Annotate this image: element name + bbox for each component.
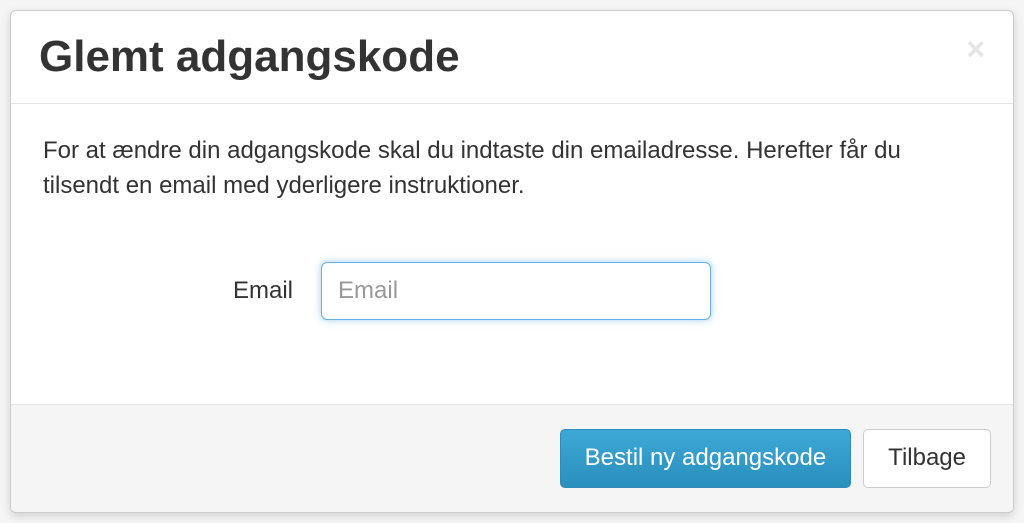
- submit-button[interactable]: Bestil ny adgangskode: [560, 429, 852, 488]
- email-form-row: Email: [43, 262, 981, 320]
- modal-title: Glemt adgangskode: [39, 33, 460, 81]
- forgot-password-modal: Glemt adgangskode × For at ændre din adg…: [10, 10, 1014, 513]
- modal-body: For at ændre din adgangskode skal du ind…: [11, 104, 1013, 404]
- close-icon[interactable]: ×: [966, 33, 985, 65]
- email-label: Email: [233, 277, 293, 305]
- modal-header: Glemt adgangskode ×: [11, 11, 1013, 104]
- back-button[interactable]: Tilbage: [863, 429, 991, 488]
- email-field[interactable]: [321, 262, 711, 320]
- modal-footer: Bestil ny adgangskode Tilbage: [11, 404, 1013, 512]
- instructions-text: For at ændre din adgangskode skal du ind…: [43, 134, 981, 204]
